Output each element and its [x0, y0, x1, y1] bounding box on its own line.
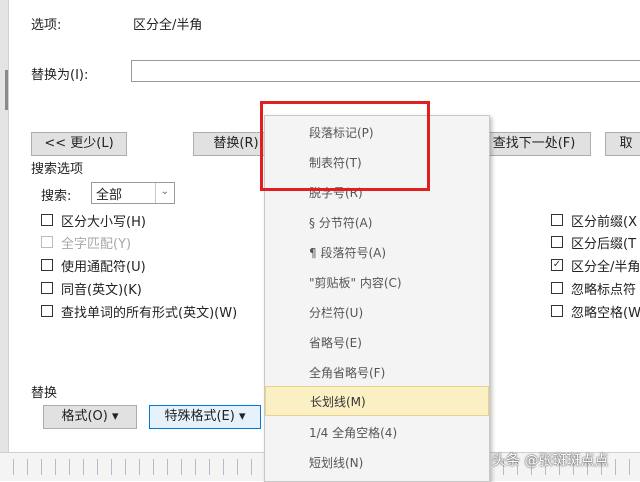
less-button[interactable]: << 更少(L) [31, 132, 127, 156]
checkmark-icon: ✓ [552, 259, 562, 270]
chevron-down-icon[interactable]: ⌄ [155, 183, 174, 203]
all-word-forms-label: 查找单词的所有形式(英文)(W) [61, 306, 238, 321]
watermark-text: 头条 @张斑斑点点 [492, 453, 609, 469]
search-options-title: 搜索选项 [31, 162, 84, 177]
match-case-checkbox[interactable] [41, 214, 53, 226]
wildcards-label: 使用通配符(U) [61, 260, 146, 275]
find-next-button[interactable]: 查找下一处(F) [477, 132, 591, 156]
format-button[interactable]: 格式(O) ▾ [43, 405, 137, 429]
menu-item-paragraph-char[interactable]: ¶ 段落符号(A) [265, 238, 489, 268]
options-value: 区分全/半角 [133, 18, 203, 33]
match-case-label: 区分大小写(H) [61, 215, 146, 230]
ignore-punct-label: 忽略标点符 [571, 283, 637, 298]
annotation-highlight-box [260, 101, 430, 191]
menu-item-column-break[interactable]: 分栏符(U) [265, 298, 489, 328]
sounds-like-label: 同音(英文)(K) [61, 283, 142, 298]
sounds-like-checkbox[interactable] [41, 282, 53, 294]
match-suffix-label: 区分后缀(T [571, 237, 637, 252]
menu-item-ellipsis[interactable]: 省略号(E) [265, 328, 489, 358]
menu-item-clipboard[interactable]: "剪贴板" 内容(C) [265, 268, 489, 298]
search-scope-label: 搜索: [41, 189, 72, 204]
search-scope-value: 全部 [96, 188, 123, 203]
ignore-space-label: 忽略空格(W [571, 306, 640, 321]
options-label: 选项: [31, 18, 62, 33]
menu-item-quarter-em-space[interactable]: 1/4 全角空格(4) [265, 418, 489, 448]
replace-with-label: 替换为(I): [31, 68, 89, 83]
menu-item-section-char[interactable]: § 分节符(A) [265, 208, 489, 238]
menu-item-en-dash[interactable]: 短划线(N) [265, 448, 489, 478]
whole-word-label: 全字匹配(Y) [61, 237, 132, 252]
match-prefix-checkbox[interactable] [551, 214, 563, 226]
menu-item-fullwidth-ellipsis[interactable]: 全角省略号(F) [265, 358, 489, 388]
match-prefix-label: 区分前缀(X [571, 215, 637, 230]
special-format-button[interactable]: 特殊格式(E) ▾ [149, 405, 261, 429]
menu-item-em-dash[interactable]: 长划线(M) [265, 386, 489, 416]
match-width-checkbox[interactable]: ✓ [551, 259, 563, 271]
whole-word-checkbox [41, 236, 53, 248]
ignore-punct-checkbox[interactable] [551, 282, 563, 294]
match-suffix-checkbox[interactable] [551, 236, 563, 248]
replace-section-title: 替换 [31, 386, 58, 401]
match-width-label: 区分全/半角 [571, 260, 640, 275]
wildcards-checkbox[interactable] [41, 259, 53, 271]
search-scope-select[interactable]: 全部 ⌄ [91, 182, 175, 204]
all-word-forms-checkbox[interactable] [41, 305, 53, 317]
window-left-edge [0, 0, 8, 452]
cancel-button[interactable]: 取 [605, 132, 640, 156]
ignore-space-checkbox[interactable] [551, 305, 563, 317]
replace-with-input[interactable] [131, 60, 640, 82]
